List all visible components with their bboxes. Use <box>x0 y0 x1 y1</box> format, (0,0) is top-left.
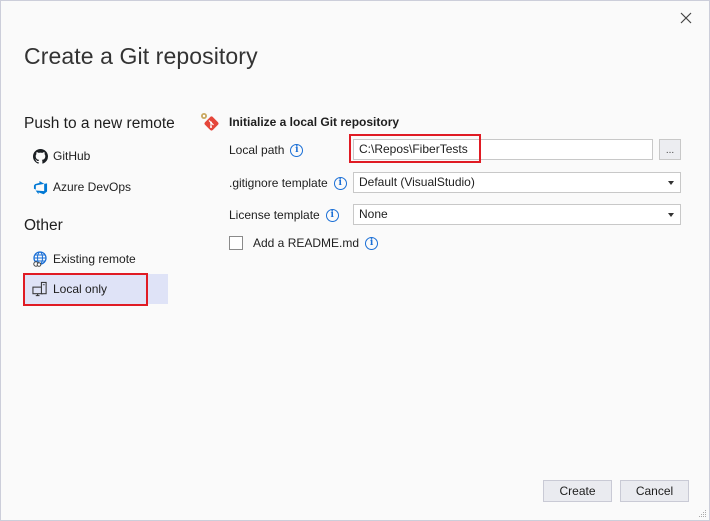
nav-item-label: Existing remote <box>53 252 136 266</box>
readme-label: Add a README.md <box>253 236 360 250</box>
dropdown-arrow-icon <box>668 180 674 185</box>
nav-item-label: GitHub <box>53 149 91 163</box>
local-computer-icon <box>32 281 48 297</box>
license-label: License template i <box>229 204 339 226</box>
dialog-title: Create a Git repository <box>24 43 258 69</box>
readme-checkbox[interactable] <box>229 236 243 250</box>
globe-icon <box>32 251 48 267</box>
info-icon[interactable]: i <box>333 176 347 190</box>
info-icon[interactable]: i <box>325 208 339 222</box>
close-icon <box>680 12 692 24</box>
dropdown-arrow-icon <box>668 212 674 217</box>
gitignore-label: .gitignore template i <box>229 172 347 194</box>
nav-item-label: Azure DevOps <box>53 180 132 194</box>
form-title: Initialize a local Git repository <box>229 115 400 129</box>
section-header-push: Push to a new remote <box>24 115 175 132</box>
gitignore-template-select[interactable]: Default (VisualStudio) <box>353 172 681 193</box>
browse-button[interactable]: ... <box>659 139 681 160</box>
cancel-button[interactable]: Cancel <box>620 480 689 502</box>
gitignore-template-value: Default (VisualStudio) <box>359 175 475 189</box>
github-icon <box>32 148 48 164</box>
local-path-label-text: Local path <box>229 143 285 157</box>
gitignore-label-text: .gitignore template <box>229 176 328 190</box>
nav-item-local-only[interactable]: Local only <box>24 274 168 304</box>
resize-grip-icon[interactable] <box>699 510 707 518</box>
info-icon[interactable]: i <box>290 143 304 157</box>
local-path-input[interactable]: C:\Repos\FiberTests <box>353 139 653 160</box>
license-label-text: License template <box>229 208 320 222</box>
nav-item-github[interactable]: GitHub <box>24 141 168 171</box>
license-template-select[interactable]: None <box>353 204 681 225</box>
info-icon[interactable]: i <box>365 236 379 250</box>
azure-devops-icon <box>32 179 48 195</box>
readme-option: Add a README.md i <box>229 234 379 252</box>
close-button[interactable] <box>676 8 696 28</box>
nav-item-label: Local only <box>53 282 108 296</box>
git-repo-icon <box>199 112 219 132</box>
local-path-label: Local path i <box>229 139 304 161</box>
section-header-other: Other <box>24 217 63 234</box>
license-template-value: None <box>359 207 388 221</box>
create-button[interactable]: Create <box>543 480 612 502</box>
nav-item-existing-remote[interactable]: Existing remote <box>24 244 168 274</box>
nav-item-azure-devops[interactable]: Azure DevOps <box>24 172 168 202</box>
